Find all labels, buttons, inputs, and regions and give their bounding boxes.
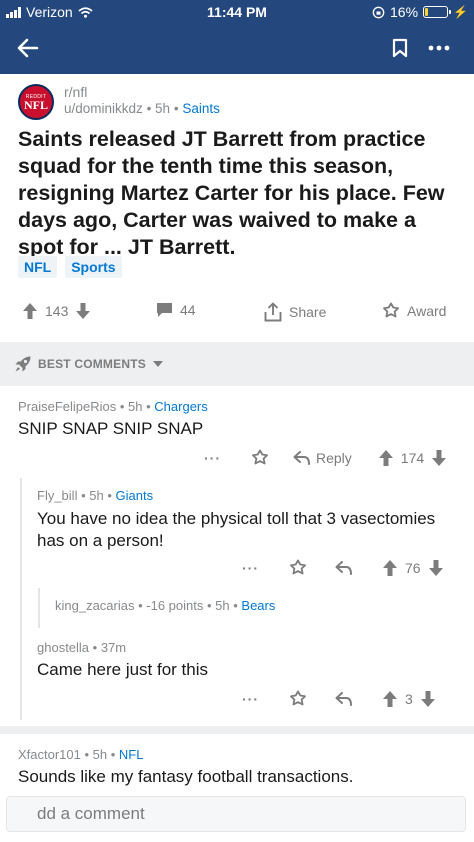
thread-line[interactable] bbox=[20, 478, 22, 720]
comment-actions: ··· Reply 174 bbox=[204, 447, 447, 469]
comment-meta: Fly_bill • 5h • Giants bbox=[37, 488, 154, 503]
subreddit-avatar[interactable]: REDDIT NFL bbox=[18, 84, 54, 120]
reply-button[interactable]: Reply bbox=[293, 450, 352, 466]
chevron-down-icon bbox=[152, 361, 163, 367]
comment-sort-bar[interactable]: BEST COMMENTS bbox=[0, 342, 474, 386]
share-button[interactable]: Share bbox=[264, 302, 326, 322]
app-header: Verizon 11:44 PM 16% ⚡ bbox=[0, 0, 474, 74]
comments-button[interactable]: 44 bbox=[156, 302, 196, 318]
comment-separator bbox=[0, 726, 474, 734]
comment-author[interactable]: king_zacarias bbox=[55, 598, 135, 613]
reply-icon[interactable] bbox=[335, 561, 352, 575]
reply-icon bbox=[293, 451, 310, 465]
comment-age: 5h bbox=[128, 399, 143, 414]
comment-composer: dd a comment bbox=[0, 788, 474, 842]
vote-group: 143 bbox=[22, 302, 91, 320]
comment-flair: NFL bbox=[118, 747, 144, 762]
battery-icon bbox=[423, 6, 452, 18]
tag-sports[interactable]: Sports bbox=[65, 256, 122, 278]
comment-author[interactable]: Xfactor101 bbox=[18, 747, 81, 762]
upvote-icon[interactable] bbox=[382, 559, 398, 577]
charging-icon: ⚡ bbox=[453, 5, 468, 19]
share-icon bbox=[264, 302, 282, 322]
comment-author[interactable]: PraiseFelipeRios bbox=[18, 399, 116, 414]
downvote-icon[interactable] bbox=[420, 690, 436, 708]
add-comment-input[interactable]: dd a comment bbox=[6, 796, 466, 832]
rocket-icon bbox=[15, 356, 31, 372]
comment-score: 3 bbox=[405, 691, 413, 707]
upvote-icon[interactable] bbox=[378, 449, 394, 467]
comment-meta: PraiseFelipeRios • 5h • Chargers bbox=[18, 399, 208, 414]
bookmark-icon[interactable] bbox=[386, 34, 414, 62]
subreddit-name[interactable]: r/nfl bbox=[64, 84, 87, 100]
sort-label: BEST COMMENTS bbox=[38, 357, 146, 371]
award-icon[interactable] bbox=[289, 690, 307, 708]
upvote-icon[interactable] bbox=[382, 690, 398, 708]
comment-meta: Xfactor101 • 5h • NFL bbox=[18, 747, 144, 762]
post-author[interactable]: u/dominikkdz bbox=[64, 101, 143, 116]
status-bar: Verizon 11:44 PM 16% ⚡ bbox=[0, 0, 474, 24]
award-button[interactable]: Award bbox=[382, 302, 446, 320]
comment-icon bbox=[157, 303, 172, 317]
collapsed-comment[interactable]: king_zacarias • -16 points • 5h • Bears bbox=[55, 598, 275, 613]
orientation-lock-icon bbox=[372, 6, 385, 18]
more-icon[interactable]: ··· bbox=[242, 691, 259, 707]
more-icon[interactable] bbox=[424, 34, 454, 62]
award-icon[interactable] bbox=[289, 559, 307, 577]
award-icon bbox=[383, 302, 399, 318]
comment-age: 5h bbox=[92, 747, 108, 762]
comment-count: 44 bbox=[180, 302, 196, 318]
comment-actions: ··· 3 bbox=[242, 688, 436, 710]
upvote-icon[interactable] bbox=[22, 302, 38, 320]
comment-meta: ghostella • 37m bbox=[37, 640, 127, 655]
comment-age: 5h bbox=[215, 598, 230, 613]
comment-flair: Chargers bbox=[154, 399, 208, 414]
post-score: 143 bbox=[45, 303, 69, 319]
downvote-icon[interactable] bbox=[75, 302, 91, 320]
reply-icon[interactable] bbox=[335, 692, 352, 706]
post-tags: NFL Sports bbox=[18, 256, 122, 278]
post-flair: Saints bbox=[182, 101, 220, 116]
post-title: Saints released JT Barrett from practice… bbox=[18, 127, 445, 259]
comment-body: You have no idea the physical toll that … bbox=[37, 509, 436, 550]
reply-label: Reply bbox=[316, 450, 352, 466]
comment-body: Sounds like my fantasy football transact… bbox=[18, 767, 354, 786]
comment-body: Came here just for this bbox=[37, 660, 209, 679]
comment-age: 37m bbox=[100, 640, 127, 655]
comment-flair: Giants bbox=[115, 488, 154, 503]
post-age: 5h bbox=[155, 101, 171, 116]
downvote-icon[interactable] bbox=[428, 559, 444, 577]
award-icon[interactable] bbox=[251, 449, 269, 467]
comment-author[interactable]: ghostella bbox=[37, 640, 89, 655]
avatar-text: NFL bbox=[24, 97, 48, 112]
comment-age: 5h bbox=[89, 488, 104, 503]
comment-flair: Bears bbox=[241, 598, 276, 613]
comment-author[interactable]: Fly_bill bbox=[37, 488, 77, 503]
thread-line[interactable] bbox=[38, 588, 40, 628]
award-label: Award bbox=[407, 303, 447, 319]
comment-score: 76 bbox=[405, 560, 421, 576]
back-arrow-icon[interactable] bbox=[14, 34, 42, 62]
more-icon[interactable]: ··· bbox=[242, 560, 259, 576]
comment-body: SNIP SNAP SNIP SNAP bbox=[18, 419, 204, 438]
post-meta: REDDIT NFL r/nfl u/dominikkdz • 5h • Sai… bbox=[18, 84, 458, 120]
comment-actions: ··· 76 bbox=[242, 557, 444, 579]
post-byline: u/dominikkdz • 5h • Saints bbox=[64, 101, 220, 116]
comment-score: 174 bbox=[400, 450, 425, 466]
downvote-icon[interactable] bbox=[431, 449, 447, 467]
tag-nfl[interactable]: NFL bbox=[18, 256, 58, 278]
battery-percent: 16% bbox=[390, 4, 419, 20]
comment-points: -16 points bbox=[146, 598, 204, 613]
share-label: Share bbox=[289, 304, 327, 320]
post-actions: 143 44 Share Award bbox=[0, 298, 474, 328]
more-icon[interactable]: ··· bbox=[204, 450, 221, 466]
add-comment-placeholder: dd a comment bbox=[37, 804, 145, 823]
